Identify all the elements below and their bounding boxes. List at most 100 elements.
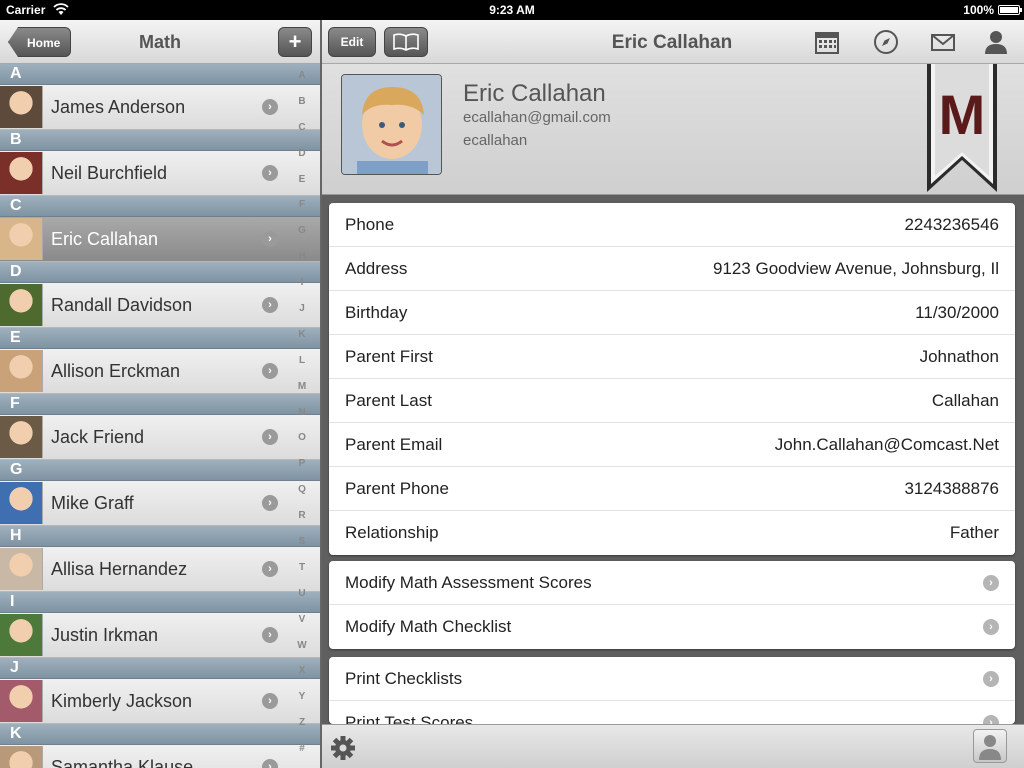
student-row[interactable]: James Anderson › (0, 85, 320, 130)
index-letter[interactable]: J (288, 303, 316, 329)
index-letter[interactable]: H (288, 251, 316, 277)
student-name: Mike Graff (51, 493, 134, 513)
index-letter[interactable]: T (288, 562, 316, 588)
index-letter[interactable]: B (288, 96, 316, 122)
chevron-right-icon[interactable]: › (262, 165, 278, 181)
index-letter[interactable]: A (288, 70, 316, 96)
index-letter[interactable]: F (288, 199, 316, 225)
student-row[interactable]: Mike Graff › (0, 481, 320, 526)
index-letter[interactable]: S (288, 536, 316, 562)
detail-label: Parent Phone (345, 479, 449, 498)
bottom-toolbar (322, 724, 1024, 768)
index-letter[interactable]: O (288, 432, 316, 458)
chevron-right-icon[interactable]: › (262, 363, 278, 379)
student-avatar (0, 548, 43, 590)
action-row[interactable]: Modify Math Checklist › (329, 605, 1015, 649)
student-row[interactable]: Eric Callahan › (0, 217, 320, 262)
chevron-right-icon[interactable]: › (262, 495, 278, 511)
detail-row[interactable]: Parent Last Callahan (329, 379, 1015, 423)
detail-row[interactable]: Parent Email John.Callahan@Comcast.Net (329, 423, 1015, 467)
chevron-right-icon[interactable]: › (262, 627, 278, 643)
student-avatar (0, 218, 43, 260)
mail-icon[interactable] (930, 29, 956, 55)
index-letter[interactable]: X (288, 665, 316, 691)
detail-label: Relationship (345, 523, 439, 542)
index-letter[interactable]: N (288, 407, 316, 433)
index-letter[interactable]: E (288, 174, 316, 200)
section-header: C (0, 196, 320, 217)
student-row[interactable]: Justin Irkman › (0, 613, 320, 658)
index-letter[interactable]: I (288, 277, 316, 303)
detail-value: 9123 Goodview Avenue, Johnsburg, Il (712, 259, 999, 278)
section-header: I (0, 592, 320, 613)
index-letter[interactable]: L (288, 355, 316, 381)
book-button[interactable] (384, 27, 428, 57)
index-letter[interactable]: Z (288, 717, 316, 743)
detail-value: Father (949, 523, 999, 542)
index-letter[interactable]: W (288, 640, 316, 666)
calendar-icon[interactable] (814, 29, 840, 55)
student-name: Justin Irkman (51, 625, 159, 645)
chevron-right-icon[interactable]: › (262, 429, 278, 445)
alphabet-index[interactable]: A B C D E F G H I J K L M N O P Q R S T U V W X Y Z # (288, 70, 316, 768)
index-letter[interactable]: D (288, 148, 316, 174)
action-row[interactable]: Print Test Scores › (329, 701, 1015, 724)
section-header: H (0, 526, 320, 547)
detail-row[interactable]: Birthday 11/30/2000 (329, 291, 1015, 335)
index-letter[interactable]: V (288, 614, 316, 640)
index-letter[interactable]: R (288, 510, 316, 536)
index-letter[interactable]: G (288, 225, 316, 251)
student-avatar (0, 416, 43, 458)
student-row[interactable]: Jack Friend › (0, 415, 320, 460)
student-email: ecallahan@gmail.com (463, 109, 611, 126)
profile-header: Eric Callahan ecallahan@gmail.com ecalla… (322, 64, 1024, 195)
index-letter[interactable]: K (288, 329, 316, 355)
detail-row[interactable]: Relationship Father (329, 511, 1015, 555)
chevron-right-icon[interactable]: › (262, 99, 278, 115)
index-letter[interactable]: Y (288, 691, 316, 717)
student-row[interactable]: Allison Erckman › (0, 349, 320, 394)
index-letter[interactable]: P (288, 458, 316, 484)
student-row[interactable]: Neil Burchfield › (0, 151, 320, 196)
detail-row[interactable]: Phone 2243236546 (329, 203, 1015, 247)
index-letter[interactable]: M (288, 381, 316, 407)
action-row[interactable]: Modify Math Assessment Scores › (329, 561, 1015, 605)
action-label: Modify Math Checklist (345, 617, 512, 636)
section-header: E (0, 328, 320, 349)
index-letter[interactable]: C (288, 122, 316, 148)
student-name: Eric Callahan (463, 80, 606, 107)
add-student-button[interactable]: + (278, 27, 312, 57)
student-avatar (0, 152, 43, 194)
detail-row[interactable]: Address 9123 Goodview Avenue, Johnsburg, … (329, 247, 1015, 291)
chevron-right-icon[interactable]: › (262, 297, 278, 313)
detail-row[interactable]: Parent First Johnathon (329, 335, 1015, 379)
gear-icon[interactable] (330, 735, 356, 761)
index-letter[interactable]: U (288, 588, 316, 614)
chevron-right-icon[interactable]: › (262, 231, 278, 247)
edit-button[interactable]: Edit (328, 27, 376, 57)
ribbon-letter: M (938, 83, 986, 146)
battery-icon (998, 5, 1022, 15)
page-title: Eric Callahan (611, 32, 733, 53)
student-avatar (0, 350, 43, 392)
print-actions-card: Print Checklists › Print Test Scores › (329, 657, 1015, 724)
student-avatar (0, 86, 43, 128)
action-row[interactable]: Print Checklists › (329, 657, 1015, 701)
student-avatar (0, 746, 43, 768)
person-icon[interactable] (983, 29, 1009, 55)
left-navbar: Home Math + (0, 20, 320, 64)
index-letter[interactable]: Q (288, 484, 316, 510)
compass-icon[interactable] (873, 29, 899, 55)
action-label: Modify Math Assessment Scores (345, 573, 592, 592)
detail-row[interactable]: Parent Phone 3124388876 (329, 467, 1015, 511)
student-row[interactable]: Kimberly Jackson › (0, 679, 320, 724)
chevron-right-icon[interactable]: › (262, 561, 278, 577)
student-row[interactable]: Samantha Klause › (0, 745, 320, 768)
index-letter[interactable]: # (288, 743, 316, 768)
student-row[interactable]: Randall Davidson › (0, 283, 320, 328)
chevron-right-icon[interactable]: › (262, 693, 278, 709)
student-row[interactable]: Allisa Hernandez › (0, 547, 320, 592)
student-name: Jack Friend (51, 427, 145, 447)
chevron-right-icon[interactable]: › (262, 759, 278, 768)
profile-button[interactable] (973, 729, 1007, 763)
